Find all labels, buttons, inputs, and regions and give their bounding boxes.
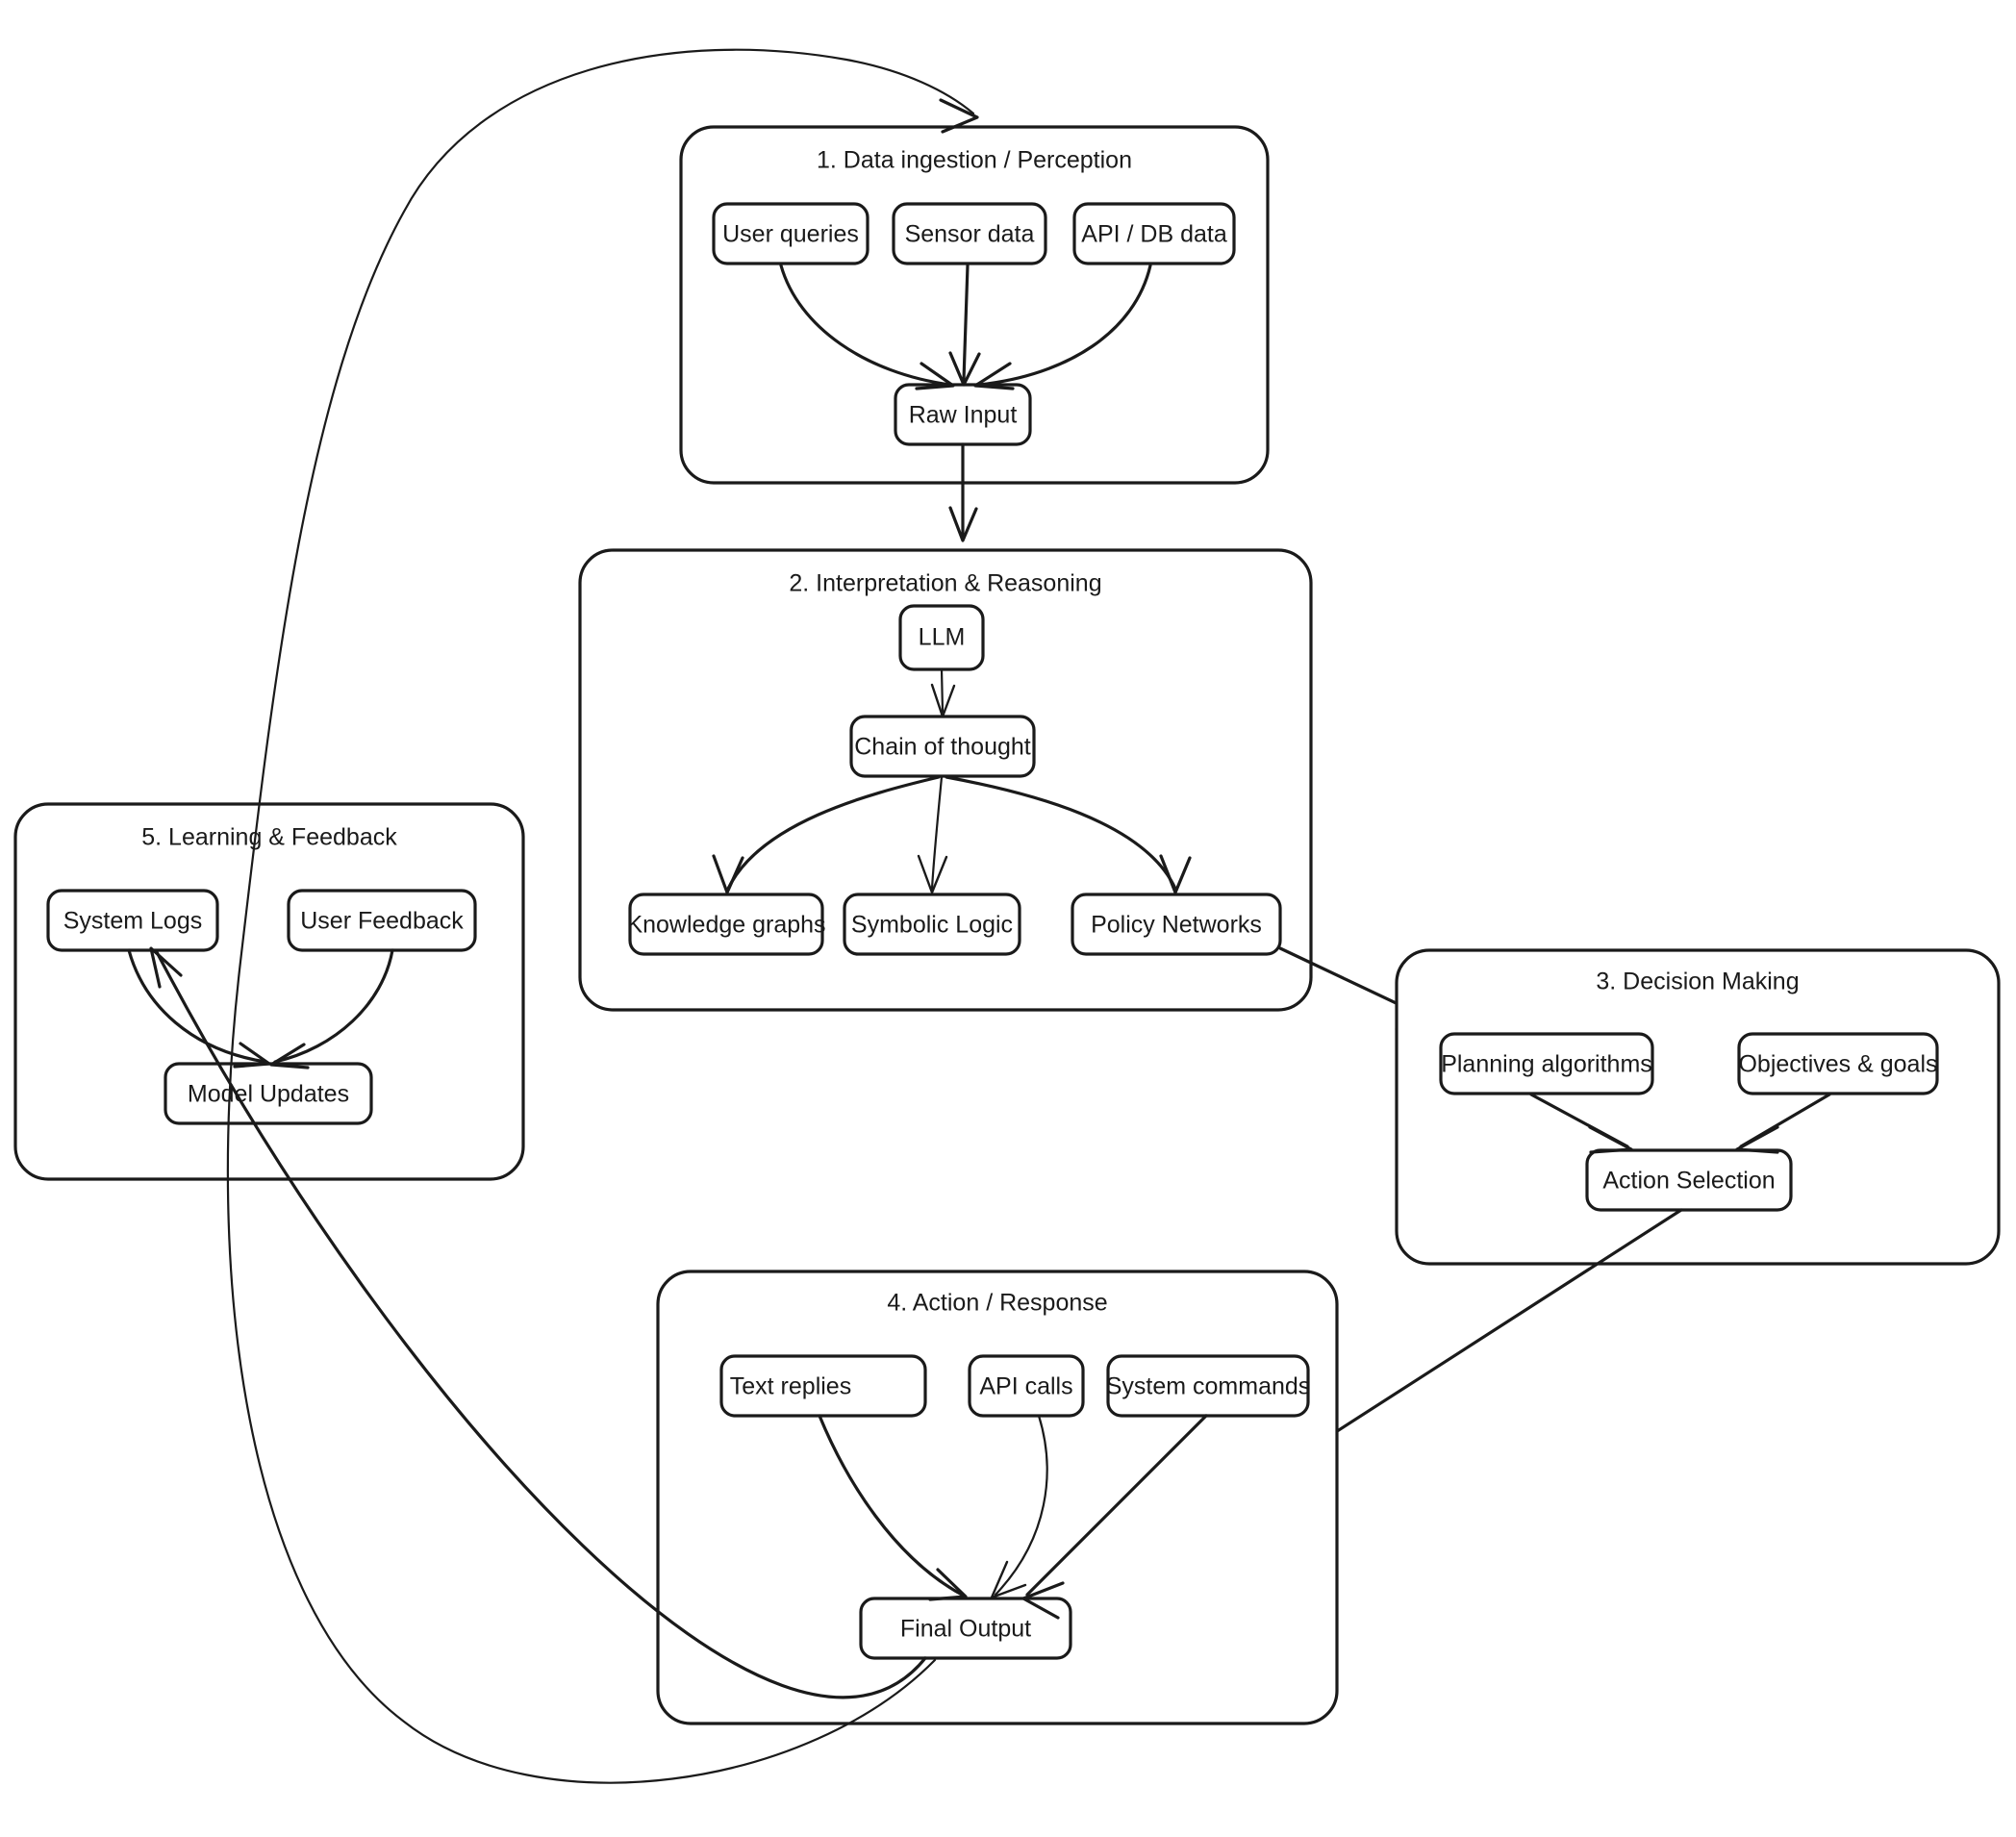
node-raw-input-label: Raw Input <box>909 402 1018 429</box>
group-data-ingestion[interactable]: 1. Data ingestion / Perception User quer… <box>679 125 1270 485</box>
group-3-box[interactable] <box>1395 948 2001 1266</box>
node-model-updates-label: Model Updates <box>188 1081 349 1108</box>
group-2-title: 2. Interpretation & Reasoning <box>789 570 1101 597</box>
node-symbolic-logic-label: Symbolic Logic <box>851 912 1013 939</box>
group-4-title: 4. Action / Response <box>887 1290 1107 1317</box>
node-knowledge-graphs-label: Knowledge graphs <box>626 912 825 939</box>
node-api-calls-label: API calls <box>979 1373 1072 1400</box>
group-decision-making[interactable]: 3. Decision Making Planning algorithms O… <box>1395 948 2001 1266</box>
node-llm-label: LLM <box>919 624 966 651</box>
edge-llm-to-chain-of-thought <box>940 667 945 714</box>
node-policy-networks-label: Policy Networks <box>1091 912 1262 939</box>
node-user-feedback-label: User Feedback <box>300 908 464 935</box>
node-system-logs-label: System Logs <box>63 908 203 935</box>
node-system-commands-label: System commands <box>1106 1373 1311 1400</box>
group-learning-feedback[interactable]: 5. Learning & Feedback System Logs User … <box>13 802 525 1181</box>
node-text-replies-label: Text replies <box>730 1373 851 1400</box>
node-action-selection-label: Action Selection <box>1602 1168 1775 1195</box>
group-interpretation-reasoning[interactable]: 2. Interpretation & Reasoning LLM Chain … <box>578 548 1313 1012</box>
node-user-queries-label: User queries <box>722 221 859 248</box>
group-5-title: 5. Learning & Feedback <box>141 824 397 851</box>
node-objectives-goals-label: Objectives & goals <box>1738 1051 1937 1078</box>
node-sensor-data-label: Sensor data <box>905 221 1035 248</box>
diagram-canvas: 1. Data ingestion / Perception User quer… <box>0 0 2016 1837</box>
flowchart-svg: 1. Data ingestion / Perception User quer… <box>13 48 2001 1784</box>
node-chain-of-thought-label: Chain of thought <box>854 734 1031 761</box>
group-action-response[interactable]: 4. Action / Response Text replies API ca… <box>656 1270 1339 1725</box>
node-final-output-label: Final Output <box>900 1616 1031 1643</box>
group-3-title: 3. Decision Making <box>1596 969 1799 995</box>
node-api-db-data-label: API / DB data <box>1081 221 1227 248</box>
node-planning-algorithms-label: Planning algorithms <box>1441 1051 1652 1078</box>
group-1-title: 1. Data ingestion / Perception <box>817 147 1132 174</box>
